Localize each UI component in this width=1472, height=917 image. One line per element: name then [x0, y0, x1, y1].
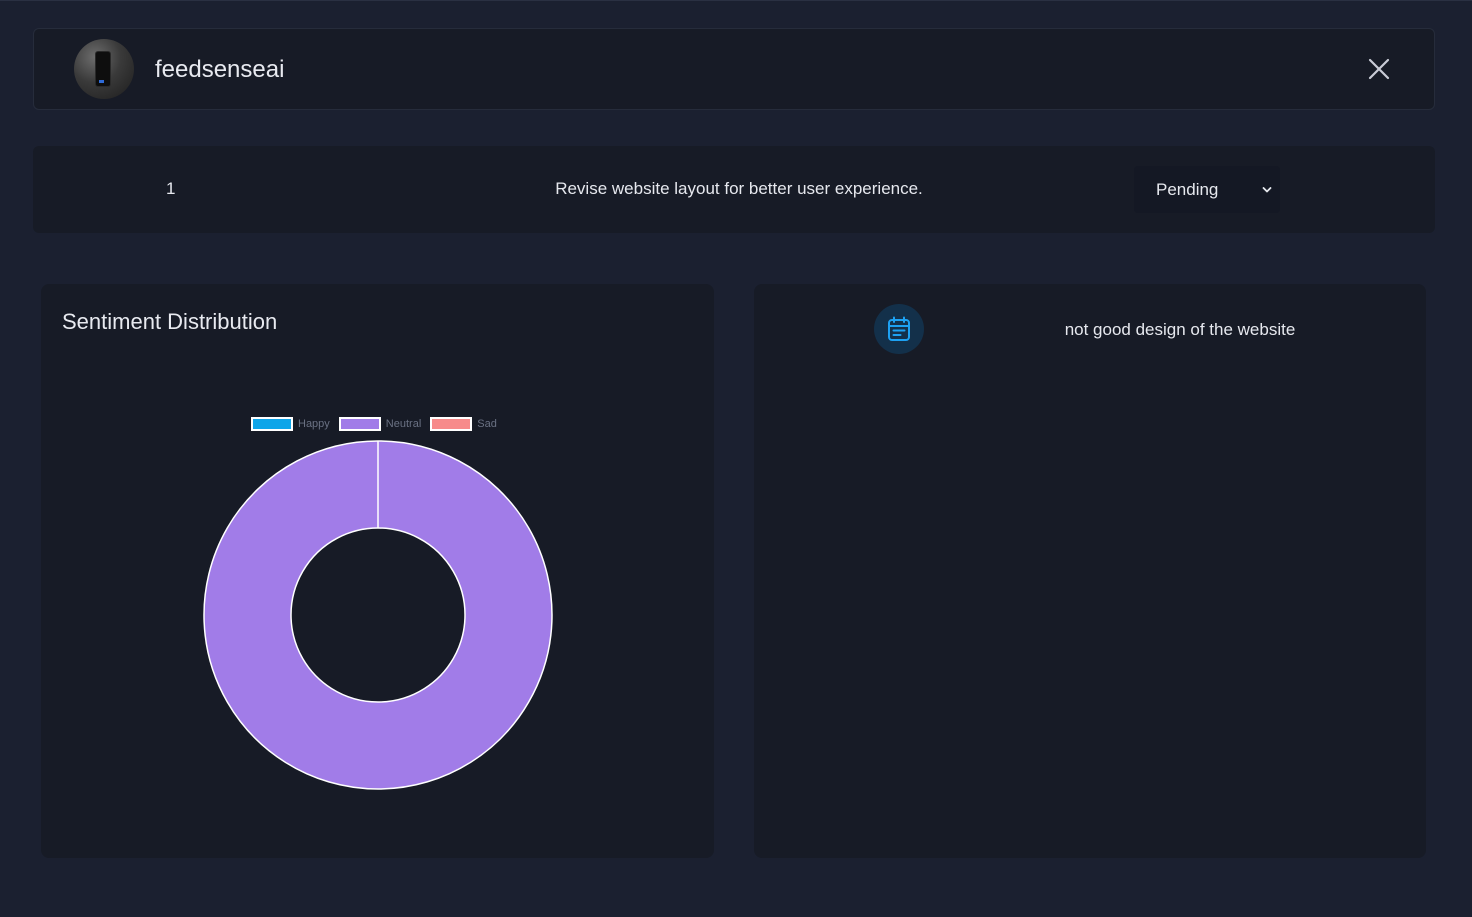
- close-icon: [1368, 58, 1390, 80]
- status-select[interactable]: Pending: [1134, 166, 1280, 213]
- top-divider: [0, 0, 1472, 1]
- sentiment-panel: Sentiment Distribution Happy Neutral Sad: [41, 284, 714, 858]
- sentiment-donut-chart: [203, 440, 553, 790]
- feedback-text: not good design of the website: [1064, 320, 1296, 339]
- close-button[interactable]: [1364, 54, 1394, 84]
- header-bar: feedsenseai: [33, 28, 1435, 110]
- avatar: [74, 39, 134, 99]
- calendar-note-icon: [874, 304, 924, 354]
- task-row: 1 Revise website layout for better user …: [33, 146, 1435, 233]
- feedback-panel: not good design of the website: [754, 284, 1426, 858]
- task-description: Revise website layout for better user ex…: [555, 179, 923, 198]
- status-select-value: Pending: [1156, 180, 1219, 199]
- task-number: 1: [166, 179, 176, 198]
- chevron-down-icon: [1262, 187, 1272, 193]
- app-name: feedsenseai: [155, 56, 285, 83]
